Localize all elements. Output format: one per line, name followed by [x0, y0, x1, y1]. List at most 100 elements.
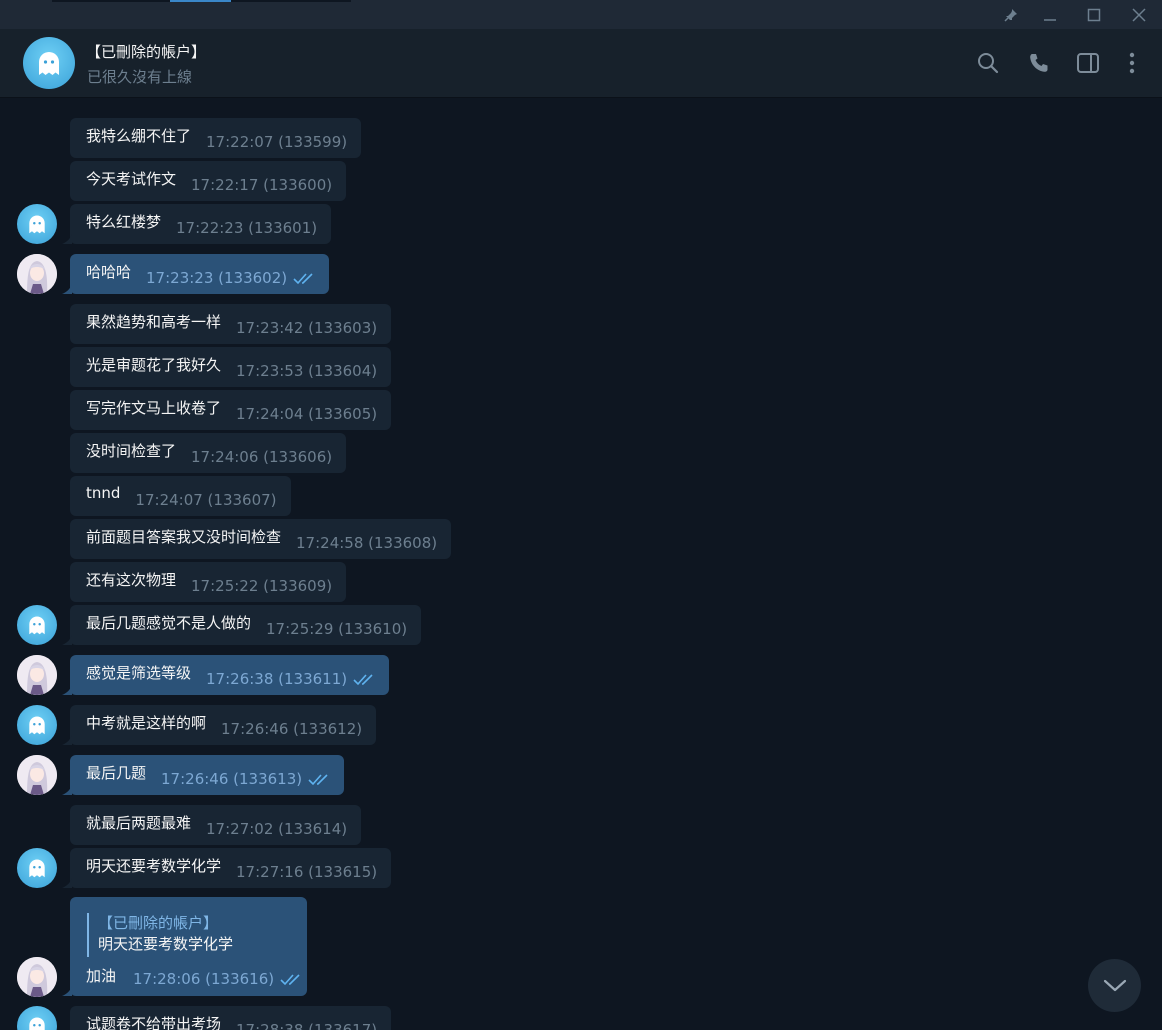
window-titlebar	[0, 0, 1162, 29]
message-bubble-outgoing[interactable]: 哈哈哈 17:23:23 (133602)	[62, 254, 330, 294]
ghost-icon	[29, 215, 45, 234]
message-bubble[interactable]: 还有这次物理 17:25:22 (133609)	[70, 562, 347, 602]
message-text: 写完作文马上收卷了	[86, 398, 222, 417]
message-meta: 17:24:58 (133608)	[296, 534, 438, 552]
bubble-tail	[62, 735, 72, 745]
message-text: 光是审题花了我好久	[86, 355, 222, 374]
message-bubble[interactable]: 中考就是这样的啊 17:26:46 (133612)	[62, 705, 377, 745]
message-meta: 17:26:38 (133611)	[206, 670, 375, 688]
sender-avatar[interactable]	[17, 1006, 57, 1030]
bubble-tail	[62, 785, 72, 795]
message-bubble[interactable]: 就最后两题最难 17:27:02 (133614)	[70, 805, 362, 845]
sender-avatar[interactable]	[17, 705, 57, 745]
message-bubble[interactable]: 没时间检查了 17:24:06 (133606)	[70, 433, 347, 473]
read-checkmarks-icon	[353, 674, 373, 686]
titlebar-tab-dark-2	[231, 0, 351, 2]
message-bubble[interactable]: 试题卷不给带出考场 17:28:38 (133617)	[70, 1006, 392, 1030]
message-text: 果然趋势和高考一样	[86, 312, 222, 331]
message-text: 最后几题感觉不是人做的	[86, 613, 252, 632]
chat-title[interactable]: 【已刪除的帳户】	[86, 41, 206, 62]
sidebar-toggle-icon[interactable]	[1076, 51, 1100, 75]
message-list[interactable]: 我特么绷不住了 17:22:07 (133599) 今天考试作文 17:22:1…	[0, 98, 1162, 1030]
message-meta: 17:23:23 (133602)	[146, 269, 315, 287]
message-text: 我特么绷不住了	[86, 126, 192, 145]
message-bubble[interactable]: 最后几题感觉不是人做的 17:25:29 (133610)	[62, 605, 422, 645]
ghost-icon	[39, 52, 59, 75]
message-text: 最后几题	[86, 763, 147, 782]
self-avatar[interactable]	[17, 957, 57, 997]
bubble-tail	[62, 635, 72, 645]
message-text: 中考就是这样的啊	[86, 713, 207, 732]
message-text: 哈哈哈	[86, 262, 132, 281]
message-bubble[interactable]: 果然趋势和高考一样 17:23:42 (133603)	[70, 304, 392, 344]
message-text: 明天还要考数学化学	[86, 856, 222, 875]
message-meta: 17:27:16 (133615)	[236, 863, 378, 881]
message-text: 加油	[86, 967, 117, 985]
minimize-icon[interactable]	[1032, 2, 1068, 28]
sender-avatar[interactable]	[17, 605, 57, 645]
message-time: 17:26:38 (133611)	[206, 670, 348, 688]
close-icon[interactable]	[1121, 2, 1157, 28]
message-meta: 17:24:06 (133606)	[191, 448, 333, 466]
message-meta: 17:22:23 (133601)	[176, 219, 318, 237]
message-meta: 17:28:06 (133616)	[133, 970, 302, 988]
message-time: 17:28:06 (133616)	[133, 970, 275, 988]
message-meta: 17:22:17 (133600)	[191, 176, 333, 194]
message-text: 还有这次物理	[86, 570, 177, 589]
message-bubble-outgoing[interactable]: 感觉是筛选等级 17:26:38 (133611)	[62, 655, 390, 695]
reply-quote-text: 明天还要考数学化学	[98, 935, 234, 953]
read-checkmarks-icon	[280, 974, 300, 986]
message-text: 感觉是筛选等级	[86, 663, 192, 682]
self-avatar[interactable]	[17, 655, 57, 695]
message-bubble[interactable]: 前面题目答案我又没时间检查 17:24:58 (133608)	[70, 519, 452, 559]
chat-status: 已很久沒有上線	[87, 68, 193, 86]
reply-message-bubble[interactable]: 【已刪除的帳户】 明天还要考数学化学 加油 17:28:06 (133616)	[62, 897, 307, 996]
message-meta: 17:24:04 (133605)	[236, 405, 378, 423]
message-text: 就最后两题最难	[86, 813, 192, 832]
bubble-tail	[62, 234, 72, 244]
message-meta: 17:26:46 (133612)	[221, 720, 363, 738]
scroll-to-bottom-button[interactable]	[1088, 959, 1141, 1012]
message-meta: 17:25:22 (133609)	[191, 577, 333, 595]
pin-icon[interactable]	[993, 2, 1029, 28]
sender-avatar[interactable]	[17, 848, 57, 888]
message-meta: 17:25:29 (133610)	[266, 620, 408, 638]
reply-quote[interactable]: 【已刪除的帳户】 明天还要考数学化学	[87, 913, 233, 957]
message-meta: 17:24:07 (133607)	[135, 491, 277, 509]
message-text: 特么红楼梦	[86, 212, 162, 231]
ghost-icon	[29, 1017, 45, 1030]
message-text: tnnd	[86, 484, 121, 502]
phone-icon[interactable]	[1027, 51, 1051, 75]
chevron-down-icon	[1103, 979, 1126, 991]
message-bubble[interactable]: tnnd 17:24:07 (133607)	[70, 476, 291, 516]
message-text: 前面题目答案我又没时间检查	[86, 527, 282, 546]
message-text: 今天考试作文	[86, 169, 177, 188]
maximize-icon[interactable]	[1076, 2, 1112, 28]
bubble-tail	[62, 685, 72, 695]
message-bubble[interactable]: 光是审题花了我好久 17:23:53 (133604)	[70, 347, 392, 387]
message-meta: 17:23:42 (133603)	[236, 319, 378, 337]
message-bubble[interactable]: 我特么绷不住了 17:22:07 (133599)	[70, 118, 362, 158]
message-bubble-outgoing[interactable]: 最后几题 17:26:46 (133613)	[62, 755, 345, 795]
more-icon[interactable]	[1120, 51, 1144, 75]
message-time: 17:23:23 (133602)	[146, 269, 288, 287]
self-avatar[interactable]	[17, 755, 57, 795]
titlebar-tab-active	[170, 0, 231, 2]
message-meta: 17:28:38 (133617)	[236, 1021, 378, 1030]
message-time: 17:26:46 (133613)	[161, 770, 303, 788]
message-text: 试题卷不给带出考场	[86, 1014, 222, 1030]
message-meta: 17:23:53 (133604)	[236, 362, 378, 380]
message-bubble[interactable]: 写完作文马上收卷了 17:24:04 (133605)	[70, 390, 392, 430]
message-bubble[interactable]: 特么红楼梦 17:22:23 (133601)	[62, 204, 332, 244]
self-avatar[interactable]	[17, 254, 57, 294]
read-checkmarks-icon	[308, 774, 328, 786]
sender-avatar[interactable]	[17, 204, 57, 244]
search-icon[interactable]	[976, 51, 1000, 75]
chat-avatar[interactable]	[23, 37, 75, 89]
message-bubble[interactable]: 今天考试作文 17:22:17 (133600)	[70, 161, 347, 201]
message-bubble[interactable]: 明天还要考数学化学 17:27:16 (133615)	[62, 848, 392, 888]
bubble-tail	[62, 284, 72, 294]
anime-girl-avatar-image	[17, 655, 57, 695]
message-meta: 17:26:46 (133613)	[161, 770, 330, 788]
titlebar-tab-dark	[52, 0, 170, 2]
